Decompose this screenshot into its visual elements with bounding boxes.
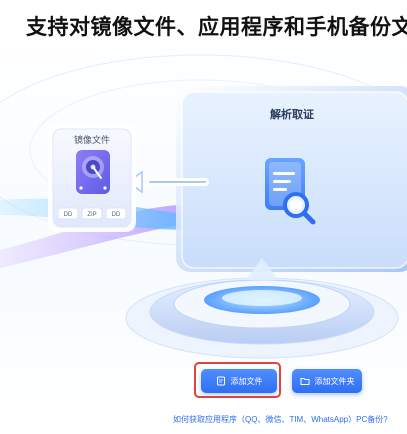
format-chip-3: DD [112,212,121,218]
add-folder-button[interactable]: 添加文件夹 [292,369,362,393]
hard-drive-icon [76,150,110,194]
backup-help-link[interactable]: 如何获取应用程序（QQ、微信、TIM、WhatsApp）PC备份? [173,414,388,425]
analysis-panel-title: 解析取证 [270,107,314,121]
import-page: 支持对镜像文件、应用程序和手机备份文 镜像文件 DD ZIP DD 解析取证 添… [0,0,407,434]
add-file-highlight [194,362,281,398]
format-chip-2: ZIP [87,212,96,218]
pedestal [125,277,399,359]
image-card-title: 镜像文件 [74,134,110,145]
folder-icon [300,378,309,385]
add-folder-label: 添加文件夹 [314,376,355,386]
format-chip-1: DD [64,212,73,218]
